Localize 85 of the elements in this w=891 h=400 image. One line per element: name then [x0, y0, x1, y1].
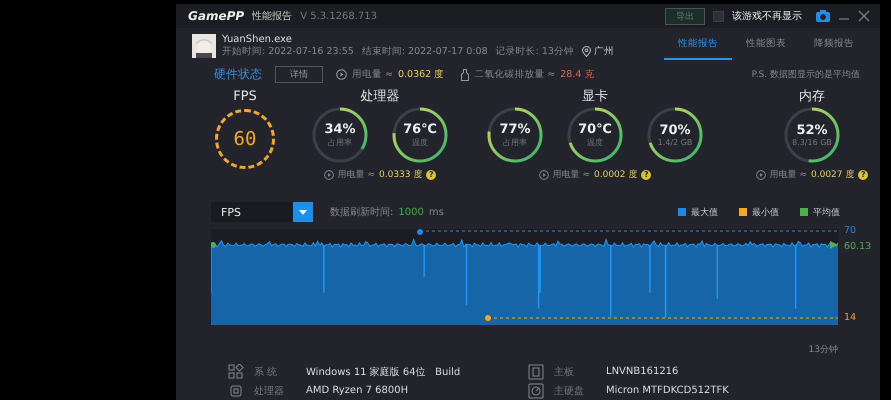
- power-label: 用电量 ≈: [352, 68, 393, 81]
- gauge-label: 8.3/16 GB: [792, 138, 832, 147]
- gauge-value: 70℃: [578, 122, 612, 137]
- info-value: Windows 11 家庭版 64位 Build: [306, 366, 460, 378]
- chip-icon: [228, 382, 244, 398]
- refresh-unit: ms: [428, 206, 444, 218]
- power-icon: [336, 69, 347, 80]
- gauge-ring: [782, 105, 842, 165]
- info-label: 主硬盘: [554, 384, 585, 398]
- refresh-label: 数据刷新时间:: [330, 206, 394, 219]
- max-value-label: 70: [844, 226, 856, 236]
- co2-value: 28.4 克: [560, 68, 594, 81]
- gauge-value: 34%: [324, 122, 356, 137]
- gauge-value: 76℃: [403, 122, 437, 137]
- power-label: 用电量 ≈: [338, 168, 376, 181]
- power-label: 用电量 ≈: [770, 168, 808, 181]
- game-exe-name: YuanShen.exe: [222, 34, 293, 44]
- fps-title: FPS: [233, 89, 257, 105]
- window-title: 性能报告: [252, 10, 292, 23]
- fps-value: 60: [234, 128, 256, 150]
- close-icon[interactable]: [858, 10, 870, 22]
- bottle-icon: [461, 68, 470, 80]
- grid-icon: [228, 364, 244, 380]
- legend-label: 最大值: [691, 206, 718, 218]
- gauge-value: 70%: [659, 123, 691, 138]
- info-label: 系 统: [254, 366, 278, 378]
- gauge-label: 温度: [412, 137, 428, 148]
- note-text: P.S. 数据图显示的是平均值: [752, 68, 860, 81]
- checkbox-label: 该游戏不再显示: [732, 10, 802, 23]
- gauge-value: 52%: [796, 123, 828, 138]
- export-button[interactable]: 导出: [665, 8, 705, 24]
- metric-dropdown[interactable]: FPS: [211, 202, 313, 222]
- power-icon: [538, 170, 549, 180]
- co2-label: 二氧化碳排放量 ≈: [474, 68, 556, 81]
- power-value: 0.0362 度: [398, 68, 444, 81]
- version-label: V 5.3.1268.713: [300, 10, 378, 22]
- group-title: 显卡: [582, 89, 608, 105]
- checkbox[interactable]: [713, 10, 724, 22]
- location-pin-icon: [582, 46, 591, 56]
- gauge-ring: [645, 105, 705, 165]
- tab[interactable]: 降频报告: [800, 31, 868, 60]
- power-value: 0.0027 度: [811, 168, 854, 181]
- details-button[interactable]: 详情: [275, 66, 323, 83]
- duration: 记录时长: 13分钟: [496, 44, 574, 58]
- legend-label: 平均值: [813, 206, 840, 218]
- game-avatar-icon: [192, 34, 216, 58]
- gauge-value: 77%: [499, 122, 531, 137]
- gauge-ring: [310, 105, 370, 165]
- help-badge[interactable]: ?: [858, 170, 868, 180]
- power-value: 0.0002 度: [594, 168, 638, 181]
- tab[interactable]: 性能报告: [664, 31, 732, 60]
- help-badge[interactable]: ?: [641, 170, 652, 180]
- refresh-value: 1000: [398, 206, 424, 218]
- section-title: 硬件状态: [214, 66, 262, 83]
- start-time: 开始时间: 2022-07-16 23:55: [222, 44, 354, 58]
- tab[interactable]: 性能图表: [732, 31, 800, 60]
- duration-axis-label: 13分钟: [808, 344, 838, 356]
- gauge-label: 1.4/2 GB: [658, 138, 692, 147]
- location: 广州: [594, 44, 614, 58]
- info-value: LNVNB161216: [606, 366, 678, 377]
- avg-value-label: 60.13: [844, 242, 872, 252]
- info-label: 主板: [554, 366, 575, 378]
- gauge-label: 占用率: [328, 137, 352, 148]
- gauge-ring: [485, 105, 545, 165]
- power-label: 用电量 ≈: [552, 168, 590, 181]
- power-value: 0.0333 度: [379, 168, 422, 181]
- info-label: 处理器: [254, 384, 285, 398]
- end-time: 结束时间: 2022-07-17 0:08: [362, 44, 488, 58]
- caret-icon: [299, 210, 307, 214]
- gauge-label: 占用率: [503, 137, 527, 148]
- gauge-ring: [390, 105, 450, 165]
- group-title: 处理器: [360, 89, 400, 105]
- gauge-ring: [565, 105, 625, 165]
- gauge-label: 温度: [587, 137, 603, 148]
- info-value: Micron MTFDKCD512TFK: [606, 385, 729, 396]
- min-value-label: 14: [844, 313, 856, 323]
- legend-label: 最小值: [752, 206, 779, 218]
- info-value: AMD Ryzen 7 6800H: [306, 385, 408, 396]
- power-icon: [756, 170, 766, 180]
- camera-icon[interactable]: [816, 10, 830, 22]
- help-badge[interactable]: ?: [426, 170, 436, 180]
- app-logo: GamePP: [188, 9, 244, 23]
- board-icon: [528, 364, 544, 380]
- group-title: 内存: [799, 89, 825, 105]
- power-icon: [324, 170, 334, 180]
